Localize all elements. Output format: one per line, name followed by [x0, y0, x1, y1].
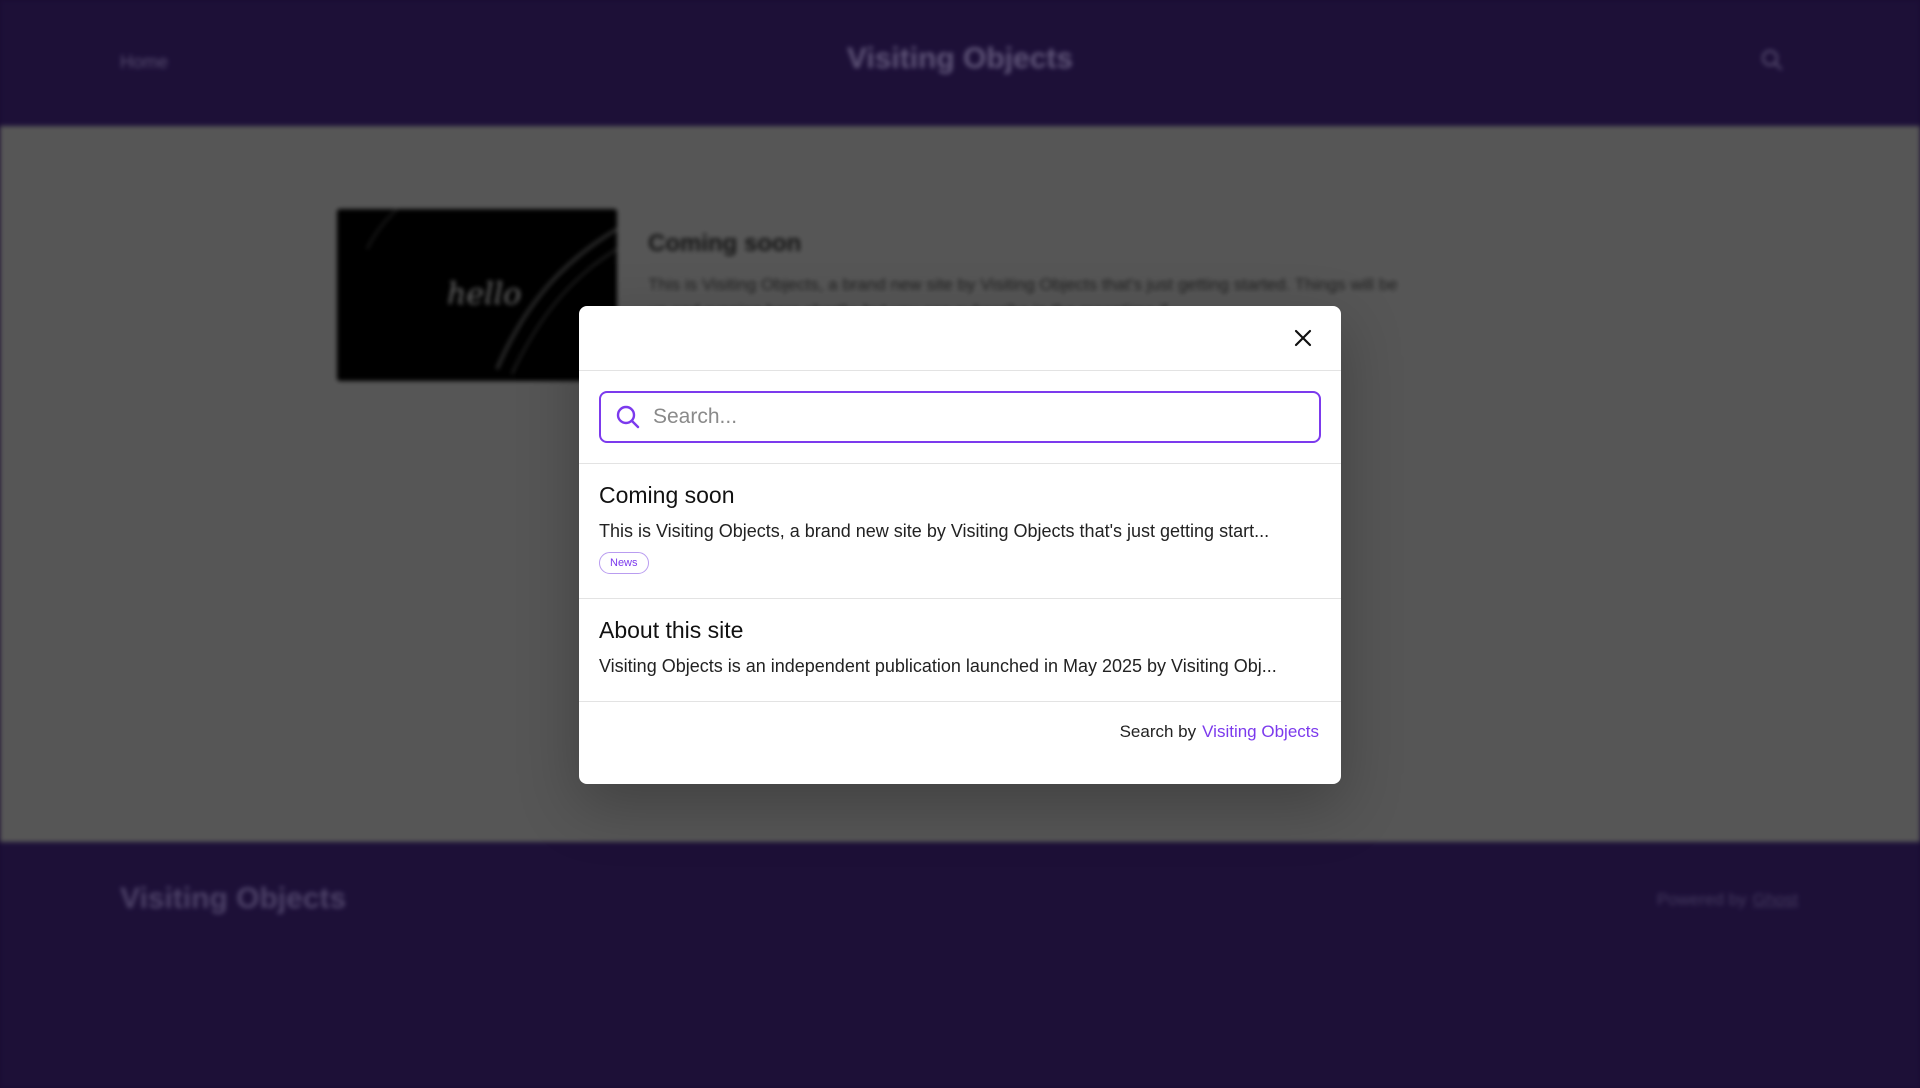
search-bar — [579, 371, 1341, 464]
search-result-item[interactable]: About this site Visiting Objects is an i… — [579, 599, 1341, 702]
search-by-link[interactable]: Visiting Objects — [1202, 722, 1319, 742]
search-box[interactable] — [599, 391, 1321, 443]
search-result-item[interactable]: Coming soon This is Visiting Objects, a … — [579, 464, 1341, 599]
result-excerpt: This is Visiting Objects, a brand new si… — [599, 521, 1270, 541]
modal-footer: Search by Visiting Objects — [579, 702, 1341, 762]
search-by-label: Search by — [1119, 722, 1197, 741]
close-icon[interactable] — [1291, 326, 1315, 350]
result-title: Coming soon — [599, 482, 735, 508]
modal-header — [579, 306, 1341, 371]
search-icon — [616, 405, 640, 429]
result-title: About this site — [599, 617, 744, 643]
result-excerpt: Visiting Objects is an independent publi… — [599, 656, 1277, 676]
search-modal: Coming soon This is Visiting Objects, a … — [579, 306, 1341, 784]
tag-badge: News — [599, 552, 649, 574]
search-input[interactable] — [651, 404, 1305, 430]
